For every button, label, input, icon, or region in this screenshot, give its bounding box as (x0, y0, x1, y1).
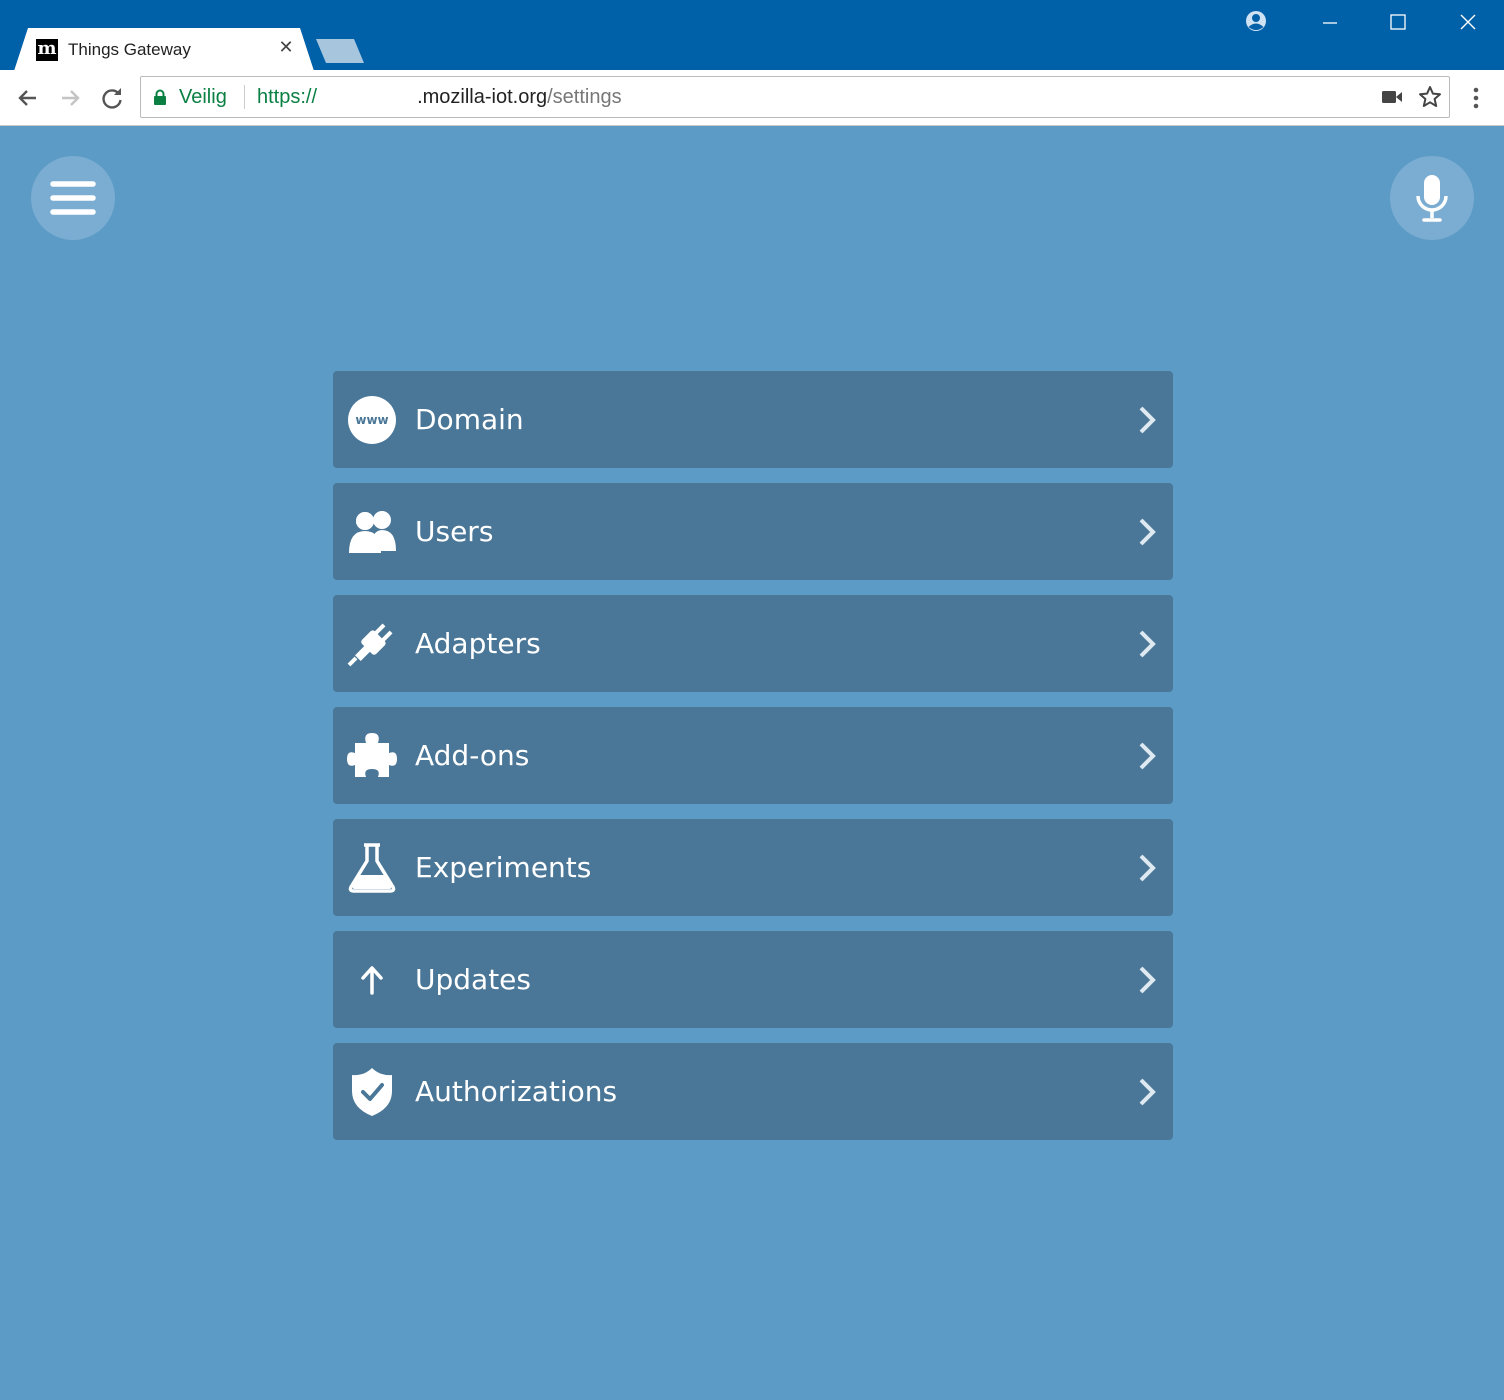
chevron-right-icon (1139, 518, 1156, 546)
settings-item-domain[interactable]: www Domain (333, 371, 1173, 468)
url-text[interactable]: https:// .mozilla-iot.org/settings (257, 86, 622, 109)
settings-item-label: Experiments (415, 851, 592, 884)
menu-button[interactable] (31, 156, 115, 240)
shield-check-icon (352, 1068, 392, 1116)
chevron-right-icon (1139, 1078, 1156, 1106)
puzzle-icon (347, 733, 397, 777)
microphone-icon (1416, 175, 1448, 222)
url-path: /settings (547, 86, 622, 108)
plug-icon (347, 623, 393, 667)
url-host: .mozilla-iot.org (417, 86, 548, 108)
camera-icon[interactable] (1381, 89, 1403, 105)
browser-menu-icon[interactable] (1466, 84, 1486, 112)
maximize-icon[interactable] (1378, 6, 1418, 38)
forward-arrow-icon[interactable] (54, 82, 86, 114)
browser-toolbar: Veilig https:// .mozilla-iot.org/setting… (0, 70, 1504, 126)
settings-item-authorizations[interactable]: Authorizations (333, 1043, 1173, 1140)
settings-item-label: Authorizations (415, 1075, 618, 1108)
settings-item-label: Add-ons (415, 739, 530, 772)
settings-item-adapters[interactable]: Adapters (333, 595, 1173, 692)
settings-item-label: Users (415, 515, 494, 548)
users-icon (349, 511, 396, 553)
omnibox-divider (244, 85, 245, 109)
flask-icon (348, 843, 396, 893)
new-tab-button[interactable] (316, 39, 364, 63)
minimize-icon[interactable] (1310, 6, 1350, 38)
url-scheme: https:// (257, 86, 318, 108)
settings-item-users[interactable]: Users (333, 483, 1173, 580)
secure-label: Veilig (179, 86, 227, 108)
browser-tab[interactable]: m Things Gateway ✕ (14, 28, 314, 71)
browser-titlebar: m Things Gateway ✕ (0, 0, 1504, 71)
settings-item-label: Updates (415, 963, 531, 996)
settings-item-experiments[interactable]: Experiments (333, 819, 1173, 916)
chevron-right-icon (1139, 854, 1156, 882)
tab-title: Things Gateway (68, 40, 191, 59)
settings-item-label: Domain (415, 403, 524, 436)
hamburger-icon (50, 181, 96, 215)
settings-list: www Domain Users Adapters Add-ons Experi… (333, 371, 1173, 1155)
svg-text:www: www (355, 413, 388, 427)
profile-icon[interactable] (1236, 6, 1276, 38)
chevron-right-icon (1139, 406, 1156, 434)
voice-button[interactable] (1390, 156, 1474, 240)
chevron-right-icon (1139, 966, 1156, 994)
address-bar[interactable]: Veilig https:// .mozilla-iot.org/setting… (140, 76, 1450, 118)
www-icon: www (348, 396, 396, 444)
settings-item-add-ons[interactable]: Add-ons (333, 707, 1173, 804)
reload-icon[interactable] (96, 82, 128, 114)
window-close-icon[interactable] (1448, 6, 1488, 38)
back-arrow-icon[interactable] (12, 82, 44, 114)
settings-item-label: Adapters (415, 627, 541, 660)
mozilla-favicon-icon: m (36, 38, 58, 61)
arrow-up-icon (361, 966, 383, 995)
chevron-right-icon (1139, 742, 1156, 770)
bookmark-star-icon[interactable] (1417, 84, 1443, 110)
tab-close-icon[interactable]: ✕ (276, 37, 296, 59)
settings-item-updates[interactable]: Updates (333, 931, 1173, 1028)
chevron-right-icon (1139, 630, 1156, 658)
lock-icon (154, 89, 166, 105)
